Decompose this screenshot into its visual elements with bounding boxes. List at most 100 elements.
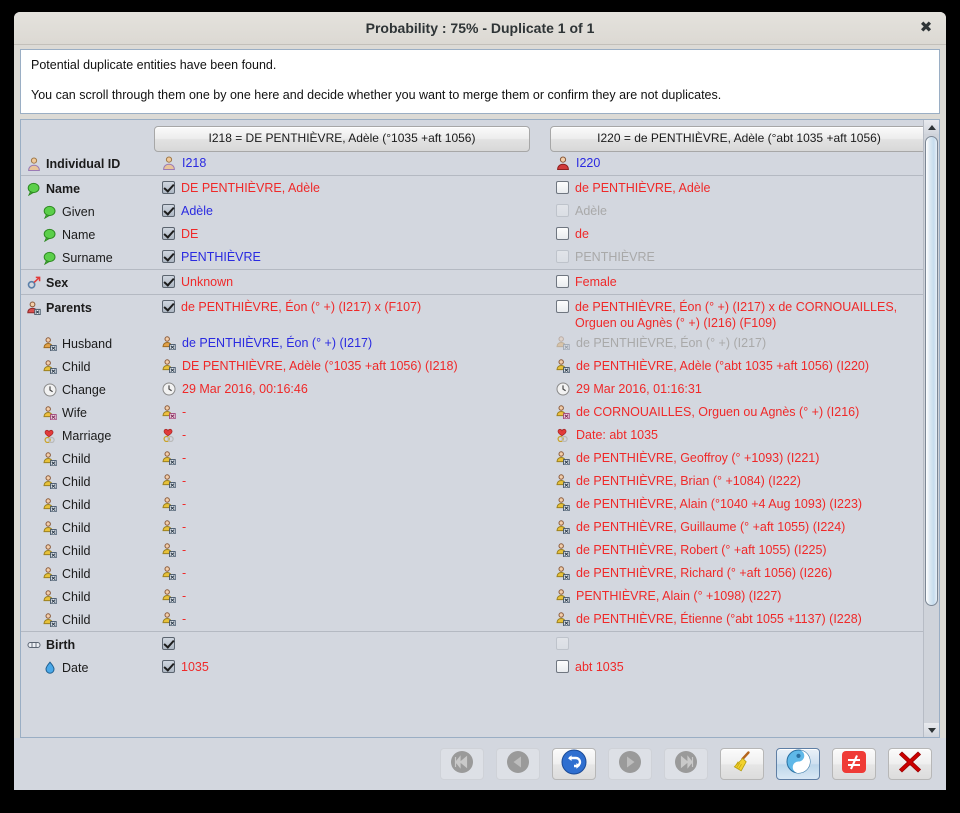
man-icon — [556, 336, 570, 351]
scroll-down-arrow-icon[interactable] — [924, 723, 939, 737]
row-value-cell-b: Adèle — [550, 200, 923, 223]
row-value-a: - — [182, 543, 187, 558]
merge-checkbox-a[interactable] — [162, 275, 175, 289]
clean-button[interactable] — [720, 748, 764, 780]
child-icon — [162, 589, 176, 604]
row-value-cell-b: de CORNOUAILLES, Orguen ou Agnès (° +) (… — [550, 401, 923, 424]
row-value-cell-a: - — [154, 401, 550, 424]
person-icon — [27, 157, 41, 172]
row-value-cell-b: de PENTHIÈVRE, Geoffroy (° +1093) (I221) — [550, 447, 923, 470]
merge-checkbox-b — [556, 250, 569, 264]
row-value-b: de PENTHIÈVRE, Adèle — [575, 181, 711, 196]
merge-checkbox-b[interactable] — [556, 181, 569, 195]
row-value-cell-b: de PENTHIÈVRE, Richard (° +aft 1056) (I2… — [550, 562, 923, 585]
row-value-b: de — [575, 227, 589, 242]
merge-checkbox-b[interactable] — [556, 275, 569, 289]
row-value-b: de PENTHIÈVRE, Richard (° +aft 1056) (I2… — [576, 566, 833, 581]
row-value-cell-b: 29 Mar 2016, 01:16:31 — [550, 378, 923, 401]
banner-line-2: You can scroll through them one by one h… — [31, 87, 722, 102]
row-value-cell-a: - — [154, 447, 550, 470]
row-value-cell-b: Date: abt 1035 — [550, 424, 923, 447]
table-row: Date 1035 abt 1035 — [21, 656, 923, 679]
table-row: Child - PENTHIÈVRE, Alain (° +1098) (I227) — [21, 585, 923, 608]
row-label-cell: Name — [21, 223, 154, 246]
row-label: Wife — [62, 405, 87, 420]
vertical-scrollbar[interactable] — [923, 120, 939, 737]
row-value-cell-a: DE PENTHIÈVRE, Adèle (°1035 +aft 1056) (… — [154, 355, 550, 378]
child-icon — [556, 589, 570, 604]
entity-a-header-button[interactable]: I218 = DE PENTHIÈVRE, Adèle (°1035 +aft … — [154, 126, 530, 153]
close-button[interactable] — [888, 748, 932, 780]
table-row: Child DE PENTHIÈVRE, Adèle (°1035 +aft 10… — [21, 355, 923, 378]
row-value-b: Female — [575, 275, 617, 290]
not-equal-icon — [841, 750, 867, 779]
row-label: Child — [62, 612, 91, 627]
not-duplicate-button[interactable] — [832, 748, 876, 780]
row-label-cell: Child — [21, 585, 154, 608]
woman-icon — [162, 405, 176, 420]
row-label-cell: Individual ID — [21, 152, 154, 176]
row-value-cell-a: I218 — [154, 152, 550, 176]
clock-icon — [43, 383, 57, 397]
scroll-up-arrow-icon[interactable] — [924, 120, 939, 135]
row-value-a: - — [182, 405, 187, 420]
tag-icon — [43, 205, 57, 220]
broom-icon — [729, 749, 755, 780]
row-label: Child — [62, 543, 91, 558]
row-label-cell: Child — [21, 447, 154, 470]
merge-checkbox-a[interactable] — [162, 300, 175, 314]
table-row: Husband de PENTHIÈVRE, Éon (° +) (I217) de… — [21, 332, 923, 355]
table-row: Child - de PENTHIÈVRE, Richard (° +aft 105… — [21, 562, 923, 585]
row-value-a: - — [182, 612, 187, 627]
merge-checkbox-a[interactable] — [162, 250, 175, 264]
merge-checkbox-a[interactable] — [162, 227, 175, 241]
child-icon — [556, 474, 570, 489]
row-label-cell: Surname — [21, 246, 154, 270]
row-value-cell-b: de PENTHIÈVRE, Alain (°1040 +4 Aug 1093)… — [550, 493, 923, 516]
row-value-cell-a: de PENTHIÈVRE, Éon (° +) (I217) x (F107) — [154, 296, 550, 332]
row-value-b: Date: abt 1035 — [576, 428, 659, 443]
child-icon — [556, 359, 570, 374]
previous-button — [496, 748, 540, 780]
row-value-b: I220 — [576, 156, 601, 171]
merge-checkbox-a[interactable] — [162, 637, 175, 651]
scrollbar-thumb[interactable] — [925, 136, 938, 607]
child-icon — [162, 520, 176, 535]
row-value-cell-a: - — [154, 493, 550, 516]
yin-yang-icon — [786, 749, 811, 779]
merge-checkbox-b[interactable] — [556, 227, 569, 241]
merge-swap-button[interactable] — [552, 748, 596, 780]
table-row: Child - de PENTHIÈVRE, Robert (° +aft 1055… — [21, 539, 923, 562]
merge-checkbox-b[interactable] — [556, 300, 569, 314]
row-value-cell-b: de — [550, 223, 923, 246]
table-row: Birth — [21, 633, 923, 656]
merge-checkbox-b[interactable] — [556, 660, 569, 674]
row-label: Surname — [62, 250, 113, 265]
row-value-b: de PENTHIÈVRE, Geoffroy (° +1093) (I221) — [576, 451, 820, 466]
row-value-cell-a: - — [154, 585, 550, 608]
info-banner: Potential duplicate entities have been f… — [20, 49, 940, 115]
row-value-a: de PENTHIÈVRE, Éon (° +) (I217) — [182, 336, 373, 351]
marriage-icon — [162, 428, 176, 443]
row-value-b: de PENTHIÈVRE, Éon (° +) (I217) x de COR… — [575, 300, 898, 331]
row-value-b: de CORNOUAILLES, Orguen ou Agnès (° +) (… — [576, 405, 860, 420]
marriage-icon — [43, 429, 57, 444]
row-label: Husband — [62, 336, 113, 351]
entity-b-header-button[interactable]: I220 = de PENTHIÈVRE, Adèle (°abt 1035 +… — [550, 126, 923, 153]
table-row: Parents de PENTHIÈVRE, Éon (° +) (I217) x… — [21, 296, 923, 332]
table-row: Surname PENTHIÈVRE PENTHIÈVRE — [21, 246, 923, 270]
merge-checkbox-a[interactable] — [162, 204, 175, 218]
row-value-cell-a: - — [154, 470, 550, 493]
row-value-cell-a: - — [154, 562, 550, 585]
close-icon[interactable]: ✖ — [916, 18, 936, 38]
gender-icon — [27, 276, 41, 290]
row-label-cell: Given — [21, 200, 154, 223]
row-label-cell: Child — [21, 516, 154, 539]
row-value-cell-b: de PENTHIÈVRE, Guillaume (° +aft 1055) (… — [550, 516, 923, 539]
row-value-b: de PENTHIÈVRE, Éon (° +) (I217) — [576, 336, 767, 351]
merge-button[interactable] — [776, 748, 820, 780]
merge-checkbox-a[interactable] — [162, 181, 175, 195]
row-value-b: Adèle — [575, 204, 607, 219]
row-value-cell-b: de PENTHIÈVRE, Robert (° +aft 1055) (I22… — [550, 539, 923, 562]
merge-checkbox-a[interactable] — [162, 660, 175, 674]
